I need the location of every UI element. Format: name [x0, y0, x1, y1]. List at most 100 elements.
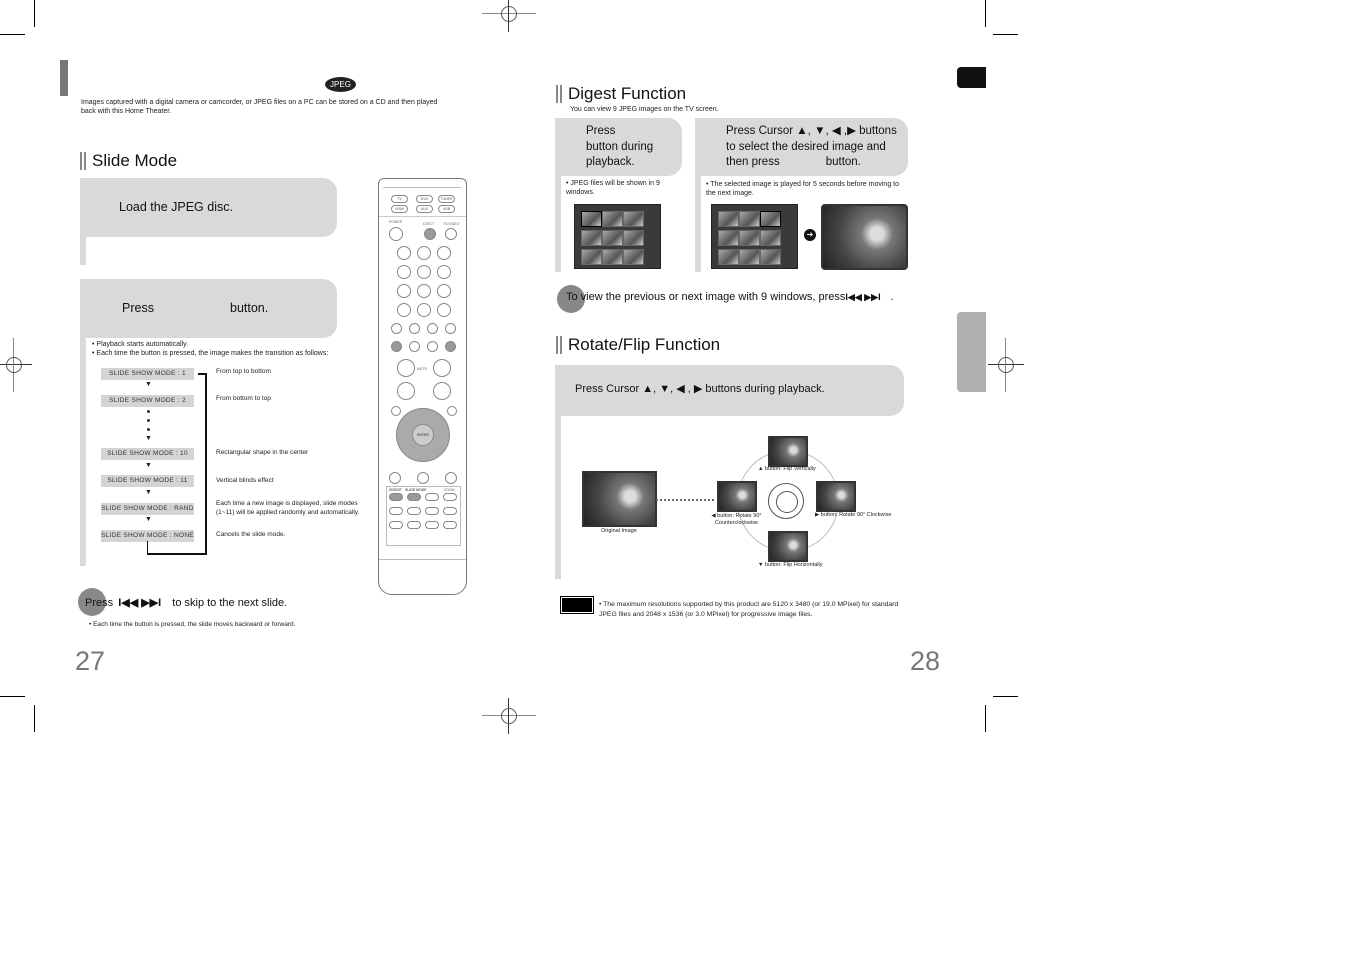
repeat-button — [427, 323, 438, 334]
keypad-4 — [397, 265, 411, 279]
next-icon — [445, 323, 456, 334]
remote-button-tv: TV — [391, 195, 408, 203]
keypad-5 — [417, 265, 431, 279]
step-1-text: Load the JPEG disc. — [119, 200, 233, 214]
kitten-photo — [821, 204, 908, 270]
remote-button — [389, 507, 403, 515]
remote-button — [425, 493, 439, 501]
zoom-label: ZOOM — [444, 488, 455, 492]
rotate-title: Rotate/Flip Function — [556, 335, 720, 355]
loop-line — [198, 373, 206, 375]
remote-button-aux: AUX — [416, 205, 433, 213]
skip-forward-icon — [445, 341, 456, 352]
remote-button — [443, 507, 457, 515]
flip-vertical-image — [768, 436, 808, 467]
section-heading: Slide Mode — [92, 151, 178, 170]
loop-line — [147, 541, 148, 554]
registration-mark — [0, 338, 32, 392]
registration-mark — [988, 338, 1024, 392]
mode-label: SLIDE SHOW MODE : RAND — [101, 503, 194, 515]
mode-desc: Cancels the slide mode. — [216, 531, 286, 538]
digest-button — [389, 493, 403, 501]
step-line: Press Cursor ▲, ▼, ◀ ,▶ buttons — [726, 125, 897, 137]
digest-step-2-note: • The selected image is played for 5 sec… — [706, 181, 899, 197]
crop-mark — [0, 696, 25, 697]
zoom-button — [443, 493, 457, 501]
registration-mark — [482, 698, 536, 734]
return-button — [447, 406, 457, 416]
remote-control-illustration: TV DVD TUNER HDMI AUX USB POWER EJECT TV… — [378, 178, 467, 595]
page-number-right: 28 — [910, 646, 941, 676]
note-item: • Each time the button is pressed, the i… — [92, 350, 329, 357]
mode-desc: From bottom to top — [216, 395, 271, 402]
remote-button — [389, 521, 403, 529]
digest-step-1-side — [555, 176, 561, 272]
ellipsis-dot — [147, 419, 150, 422]
step-button — [409, 323, 420, 334]
step-2-button: button. — [230, 301, 269, 315]
nine-window-screen — [574, 204, 661, 269]
original-butterfly-image — [582, 471, 657, 527]
enter-button: ENTER — [412, 424, 434, 446]
mode-label: SLIDE SHOW MODE : 11 — [101, 475, 194, 487]
tuning-down-icon — [433, 382, 451, 400]
intro-text: Images captured with a digital camera or… — [81, 99, 438, 115]
chapter-tab — [957, 67, 986, 88]
stop-icon — [409, 341, 420, 352]
digest-step-1-note: • JPEG files will be shown in 9 windows. — [566, 180, 660, 196]
keypad-2 — [417, 246, 431, 260]
crop-mark — [985, 0, 986, 27]
title-bars-icon — [556, 85, 562, 103]
eject-label: EJECT — [423, 222, 435, 226]
step-2-box — [80, 279, 337, 338]
step-line: button during — [586, 140, 654, 153]
remote-button — [407, 507, 421, 515]
step-2-side — [80, 338, 86, 566]
arrow-down-icon: ▼ — [145, 489, 152, 496]
page-number-left: 27 — [75, 646, 106, 676]
digest-tip: To view the previous or next image with … — [566, 291, 894, 303]
jpeg-badge: JPEG — [325, 77, 356, 92]
rotate-ccw-caption: ◀ button: Rotate 90° Counterclockwise — [711, 513, 762, 526]
slide-mode-title: Slide Mode — [80, 151, 177, 171]
loop-line — [205, 373, 207, 554]
skip-note: • Each time the button is pressed, the s… — [89, 621, 296, 628]
rotate-cw-caption: ▶ button: Rotate 90° Clockwise — [815, 512, 892, 518]
ellipsis-dot — [147, 410, 150, 413]
remote-button-hdmi: HDMI — [391, 205, 408, 213]
step-line: to select the desired image and — [726, 140, 886, 153]
note-icon — [560, 596, 594, 614]
rotate-step-side — [555, 416, 561, 579]
ellipsis-dot — [147, 428, 150, 431]
skip-back-icon — [391, 341, 402, 352]
arrow-down-icon: ▼ — [145, 435, 152, 442]
digest-label: DIGEST — [389, 488, 403, 492]
menu-button — [391, 406, 401, 416]
keypad-7 — [397, 284, 411, 298]
keypad-9 — [437, 284, 451, 298]
title-bars-icon — [556, 336, 562, 354]
crop-mark — [34, 0, 35, 27]
volume-down-icon — [397, 382, 415, 400]
crop-mark — [993, 696, 1018, 697]
power-label: POWER — [389, 220, 403, 224]
crop-mark — [993, 34, 1018, 35]
tip-end: . — [890, 291, 894, 303]
tvvideo-label: TV/VIDEO — [443, 222, 460, 226]
skip-suffix: to skip to the next slide. — [172, 597, 288, 609]
chapter-bar — [60, 60, 68, 96]
cursor-pad-icon — [768, 483, 804, 519]
eject-icon — [424, 228, 436, 240]
loop-line — [147, 553, 207, 555]
info-button — [389, 472, 401, 484]
mode-desc: From top to bottom — [216, 368, 271, 375]
note-item: • Playback starts automatically. — [92, 341, 189, 348]
flip-horizontal-image — [768, 531, 808, 562]
dotted-connector — [656, 499, 714, 501]
keypad-cancel — [437, 303, 451, 317]
section-heading: Rotate/Flip Function — [568, 335, 721, 354]
keypad-3 — [437, 246, 451, 260]
power-icon — [389, 227, 403, 241]
arrow-right-icon: ➔ — [804, 229, 816, 241]
remote-button — [425, 521, 439, 529]
